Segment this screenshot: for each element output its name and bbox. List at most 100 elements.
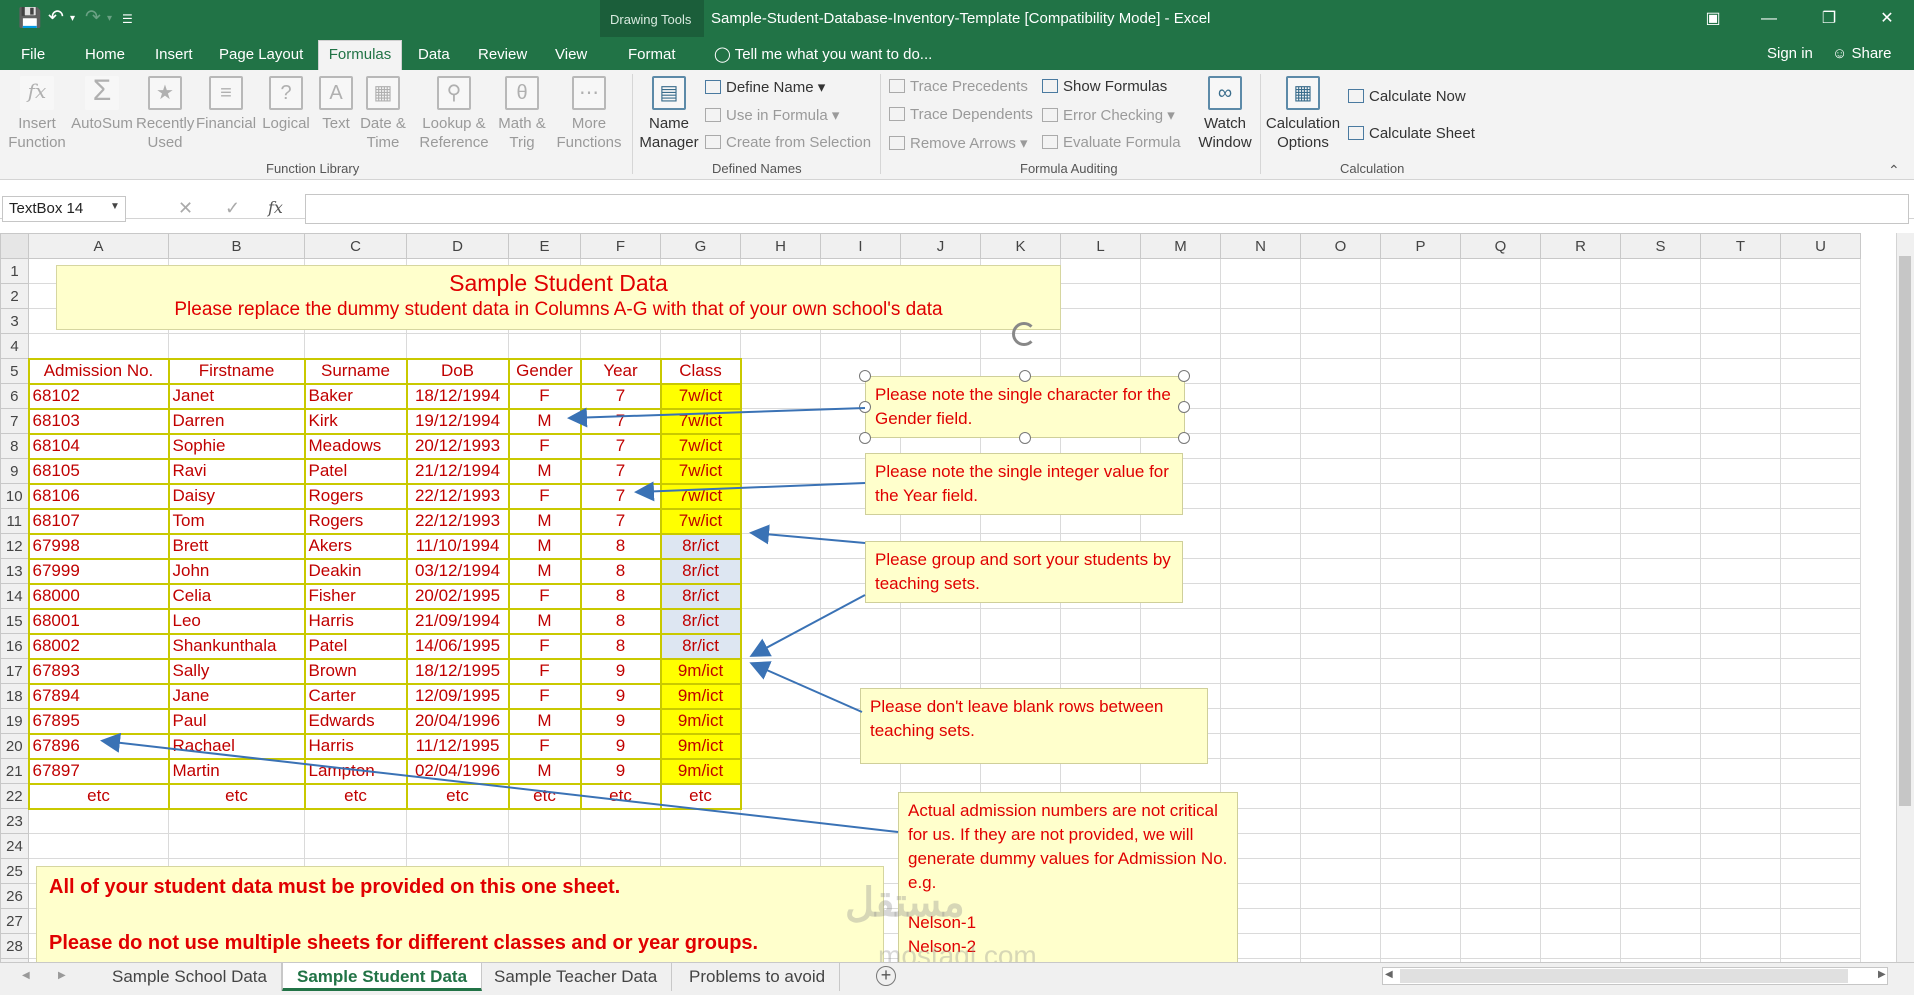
table-cell[interactable]: 9m/ict [659,757,742,785]
cell[interactable] [1300,858,1381,884]
table-cell[interactable]: 67895 [27,707,170,735]
column-header[interactable]: O [1300,233,1381,259]
table-cell[interactable]: 68106 [27,482,170,510]
row-header[interactable]: 18 [0,683,29,709]
table-cell[interactable]: F [507,582,582,610]
cell[interactable] [1540,408,1621,434]
name-box[interactable]: TextBox 14 [2,196,126,222]
cell[interactable] [1780,658,1861,684]
restore-icon[interactable]: ❐ [1806,0,1852,37]
column-header[interactable]: Q [1460,233,1541,259]
cell[interactable] [1300,758,1381,784]
cell[interactable] [1460,733,1541,759]
cell[interactable] [1700,758,1781,784]
table-cell[interactable]: 22/12/1993 [405,482,510,510]
cell[interactable] [900,658,981,684]
cell[interactable] [1620,533,1701,559]
resize-handle[interactable] [1019,370,1031,382]
cell[interactable] [1300,933,1381,959]
table-cell[interactable]: 19/12/1994 [405,407,510,435]
cell[interactable] [1620,483,1701,509]
cell[interactable] [406,333,509,359]
table-cell[interactable]: 68104 [27,432,170,460]
cell[interactable] [1220,608,1301,634]
table-cell[interactable]: F [507,632,582,660]
table-cell[interactable]: 9 [579,682,662,710]
resize-handle[interactable] [1178,401,1190,413]
cell[interactable] [1620,908,1701,934]
cell[interactable] [1300,558,1381,584]
cell[interactable] [1700,258,1781,284]
cell[interactable] [580,808,661,834]
cell[interactable] [1620,333,1701,359]
cell[interactable] [1380,733,1461,759]
cell[interactable] [1220,533,1301,559]
cell[interactable] [1540,583,1621,609]
cell[interactable] [1700,808,1781,834]
table-cell[interactable]: 18/12/1995 [405,657,510,685]
row-header[interactable]: 13 [0,558,29,584]
table-cell[interactable]: 21/12/1994 [405,457,510,485]
minimize-icon[interactable]: — [1746,0,1792,37]
cell[interactable] [1700,833,1781,859]
row-header[interactable]: 9 [0,458,29,484]
resize-handle[interactable] [859,370,871,382]
cell[interactable] [1460,858,1541,884]
table-cell[interactable]: 68107 [27,507,170,535]
cell[interactable] [1540,483,1621,509]
admission-note-textbox[interactable]: Actual admission numbers are not critica… [898,792,1238,964]
sheet-tab-student-data[interactable]: Sample Student Data [282,963,483,991]
table-cell[interactable]: Paul [167,707,306,735]
tab-view[interactable]: View [555,46,587,63]
table-cell[interactable]: 68002 [27,632,170,660]
cell[interactable] [740,333,821,359]
cell[interactable] [1380,583,1461,609]
cell[interactable] [1620,383,1701,409]
cell[interactable] [1300,383,1381,409]
autosum-button[interactable]: Σ AutoSum [70,76,134,133]
cell[interactable] [1300,533,1381,559]
cell[interactable] [1620,633,1701,659]
cell[interactable] [1780,808,1861,834]
cell[interactable] [1140,658,1221,684]
cell[interactable] [28,833,169,859]
cell[interactable] [1220,658,1301,684]
table-cell[interactable]: 7 [579,432,662,460]
cell[interactable] [1620,658,1701,684]
cell[interactable] [1780,258,1861,284]
rotate-handle-icon[interactable] [1012,322,1036,346]
row-header[interactable]: 1 [0,258,29,284]
table-header-cell[interactable]: Gender [507,357,582,385]
more-functions-button[interactable]: ⋯ More Functions [552,76,626,152]
cell[interactable] [1540,783,1621,809]
cell[interactable] [1620,733,1701,759]
row-header[interactable]: 5 [0,358,29,384]
table-cell[interactable]: Edwards [303,707,408,735]
cell[interactable] [1300,508,1381,534]
table-cell[interactable]: Patel [303,632,408,660]
cell[interactable] [1060,308,1141,334]
table-cell[interactable]: Rogers [303,507,408,535]
sheet-tab-teacher-data[interactable]: Sample Teacher Data [480,963,673,991]
cell[interactable] [1300,733,1381,759]
table-cell[interactable]: 18/12/1994 [405,382,510,410]
cell[interactable] [1380,308,1461,334]
cell[interactable] [168,333,305,359]
table-cell[interactable]: 68000 [27,582,170,610]
cell[interactable] [1780,783,1861,809]
cell[interactable] [820,633,901,659]
cell[interactable] [1220,383,1301,409]
table-cell[interactable]: Darren [167,407,306,435]
insert-function-fx-icon[interactable]: fx [268,198,283,217]
table-cell[interactable]: F [507,482,582,510]
table-header-cell[interactable]: Year [579,357,662,385]
cell[interactable] [1460,333,1541,359]
cell[interactable] [740,783,821,809]
cell[interactable] [1700,683,1781,709]
cell[interactable] [820,783,901,809]
cell[interactable] [406,808,509,834]
cell[interactable] [1780,558,1861,584]
date-time-button[interactable]: ▦ Date & Time [358,76,408,152]
cell[interactable] [1700,583,1781,609]
table-cell[interactable]: Leo [167,607,306,635]
